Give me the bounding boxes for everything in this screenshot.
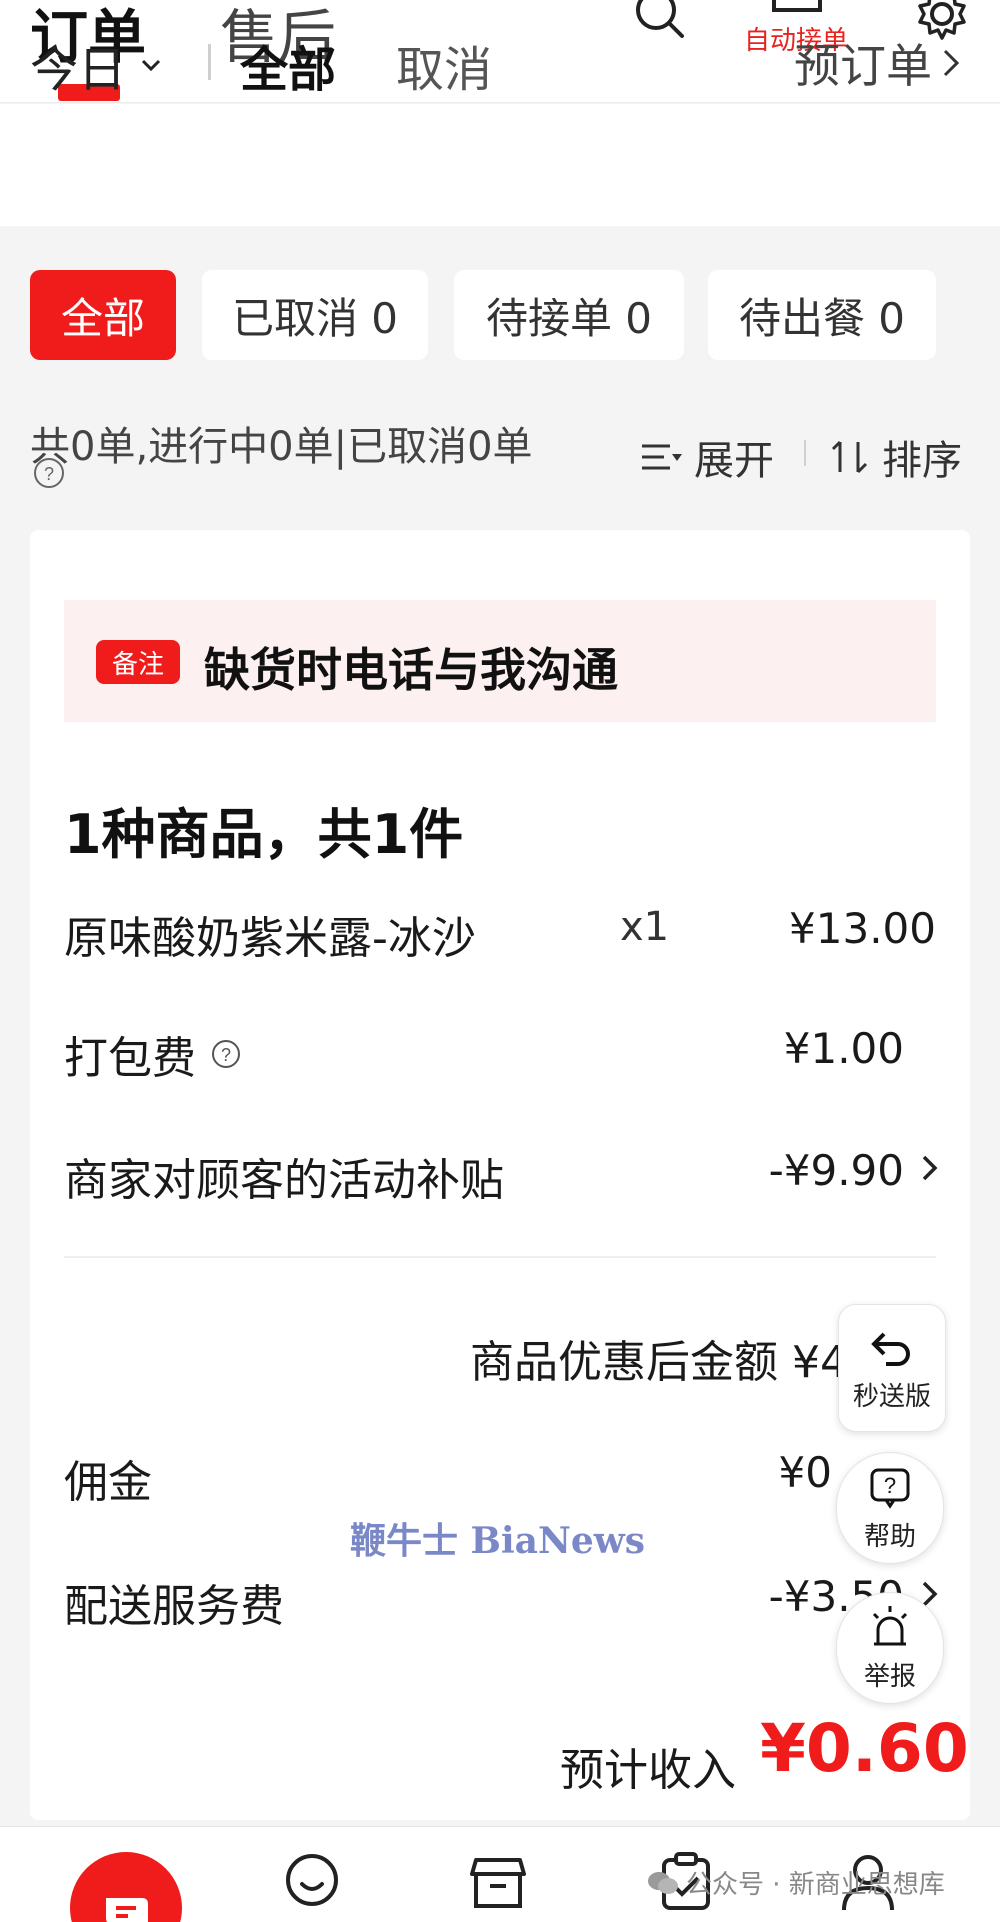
chip-all[interactable]: 全部 xyxy=(30,270,176,360)
goods-heading: 1种商品，共1件 xyxy=(64,803,464,866)
filter-cancelled[interactable]: 取消 xyxy=(396,30,492,100)
return-arrow-icon xyxy=(871,1332,910,1366)
chip-cancelled[interactable]: 已取消 0 xyxy=(202,270,428,360)
chat-icon[interactable] xyxy=(282,1852,342,1912)
preorder-link[interactable]: 预订单 xyxy=(794,30,962,96)
summary-divider xyxy=(804,440,806,466)
chip-pending-meal[interactable]: 待出餐 0 xyxy=(708,270,936,360)
help-button[interactable]: ? 帮助 xyxy=(836,1452,944,1564)
svg-text:?: ? xyxy=(884,1473,896,1498)
date-dropdown[interactable]: 今日 xyxy=(30,30,162,100)
wechat-watermark: 公众号 · 新商业思想库 xyxy=(646,1864,945,1901)
preorder-label: 预订单 xyxy=(794,39,932,93)
bianews-watermark: 鞭牛士 BiaNews xyxy=(350,1520,646,1562)
commission-value: ¥0 xyxy=(778,1448,832,1497)
expand-label: 展开 xyxy=(694,438,774,484)
help-circle-icon[interactable]: ? xyxy=(210,1038,242,1070)
filter-bar xyxy=(0,104,1000,226)
express-version-label: 秒送版 xyxy=(852,1381,931,1412)
packing-fee-value: ¥1.00 xyxy=(783,1024,904,1073)
commission-label: 佣金 xyxy=(64,1457,152,1508)
sort-icon xyxy=(831,440,868,474)
chevron-right-icon xyxy=(943,49,960,77)
alarm-icon xyxy=(872,1605,908,1645)
filter-divider xyxy=(208,44,211,80)
report-label: 举报 xyxy=(863,1661,916,1692)
card-divider xyxy=(64,1256,936,1258)
expand-button[interactable]: 展开 xyxy=(640,428,774,486)
estimated-income-value: ¥0.60 xyxy=(760,1710,969,1787)
item-name: 原味酸奶紫米露-冰沙 xyxy=(64,913,476,964)
date-label: 今日 xyxy=(30,42,127,98)
chevron-right-icon[interactable] xyxy=(920,1152,940,1184)
help-label: 帮助 xyxy=(863,1521,916,1552)
estimated-income-label: 预计收入 xyxy=(560,1745,736,1796)
svg-text:?: ? xyxy=(44,464,54,484)
search-icon[interactable] xyxy=(632,0,686,40)
note-badge: 备注 xyxy=(96,640,180,684)
filter-all[interactable]: 全部 xyxy=(240,30,336,100)
report-button[interactable]: 举报 xyxy=(836,1592,944,1704)
merchant-subsidy-value: -¥9.90 xyxy=(768,1146,904,1195)
wechat-watermark-text: 公众号 · 新商业思想库 xyxy=(686,1870,945,1900)
item-price: ¥13.00 xyxy=(789,904,936,953)
wechat-icon xyxy=(648,1871,678,1894)
order-summary: 共0单,进行中0单|已取消0单 xyxy=(30,424,533,470)
orders-icon xyxy=(106,1898,148,1922)
nav-orders[interactable] xyxy=(70,1852,182,1922)
chip-pending-accept[interactable]: 待接单 0 xyxy=(454,270,684,360)
express-version-button[interactable]: 秒送版 xyxy=(838,1304,946,1432)
help-circle-icon[interactable]: ? xyxy=(32,456,66,490)
chevron-down-icon xyxy=(141,59,161,72)
note-text: 缺货时电话与我沟通 xyxy=(204,643,618,697)
help-bubble-icon: ? xyxy=(870,1468,910,1509)
sort-button[interactable]: 排序 xyxy=(830,428,962,486)
packing-fee-label: 打包费 xyxy=(64,1033,196,1084)
packing-fee-row: 打包费 ? xyxy=(64,1022,242,1086)
sort-label: 排序 xyxy=(882,438,962,484)
delivery-fee-label: 配送服务费 xyxy=(64,1581,284,1632)
store-icon[interactable] xyxy=(770,0,824,14)
shop-icon[interactable] xyxy=(468,1852,528,1912)
item-quantity: x1 xyxy=(620,904,670,950)
svg-text:?: ? xyxy=(221,1045,231,1065)
merchant-subsidy-label: 商家对顾客的活动补贴 xyxy=(64,1155,504,1206)
list-expand-icon xyxy=(642,444,682,470)
